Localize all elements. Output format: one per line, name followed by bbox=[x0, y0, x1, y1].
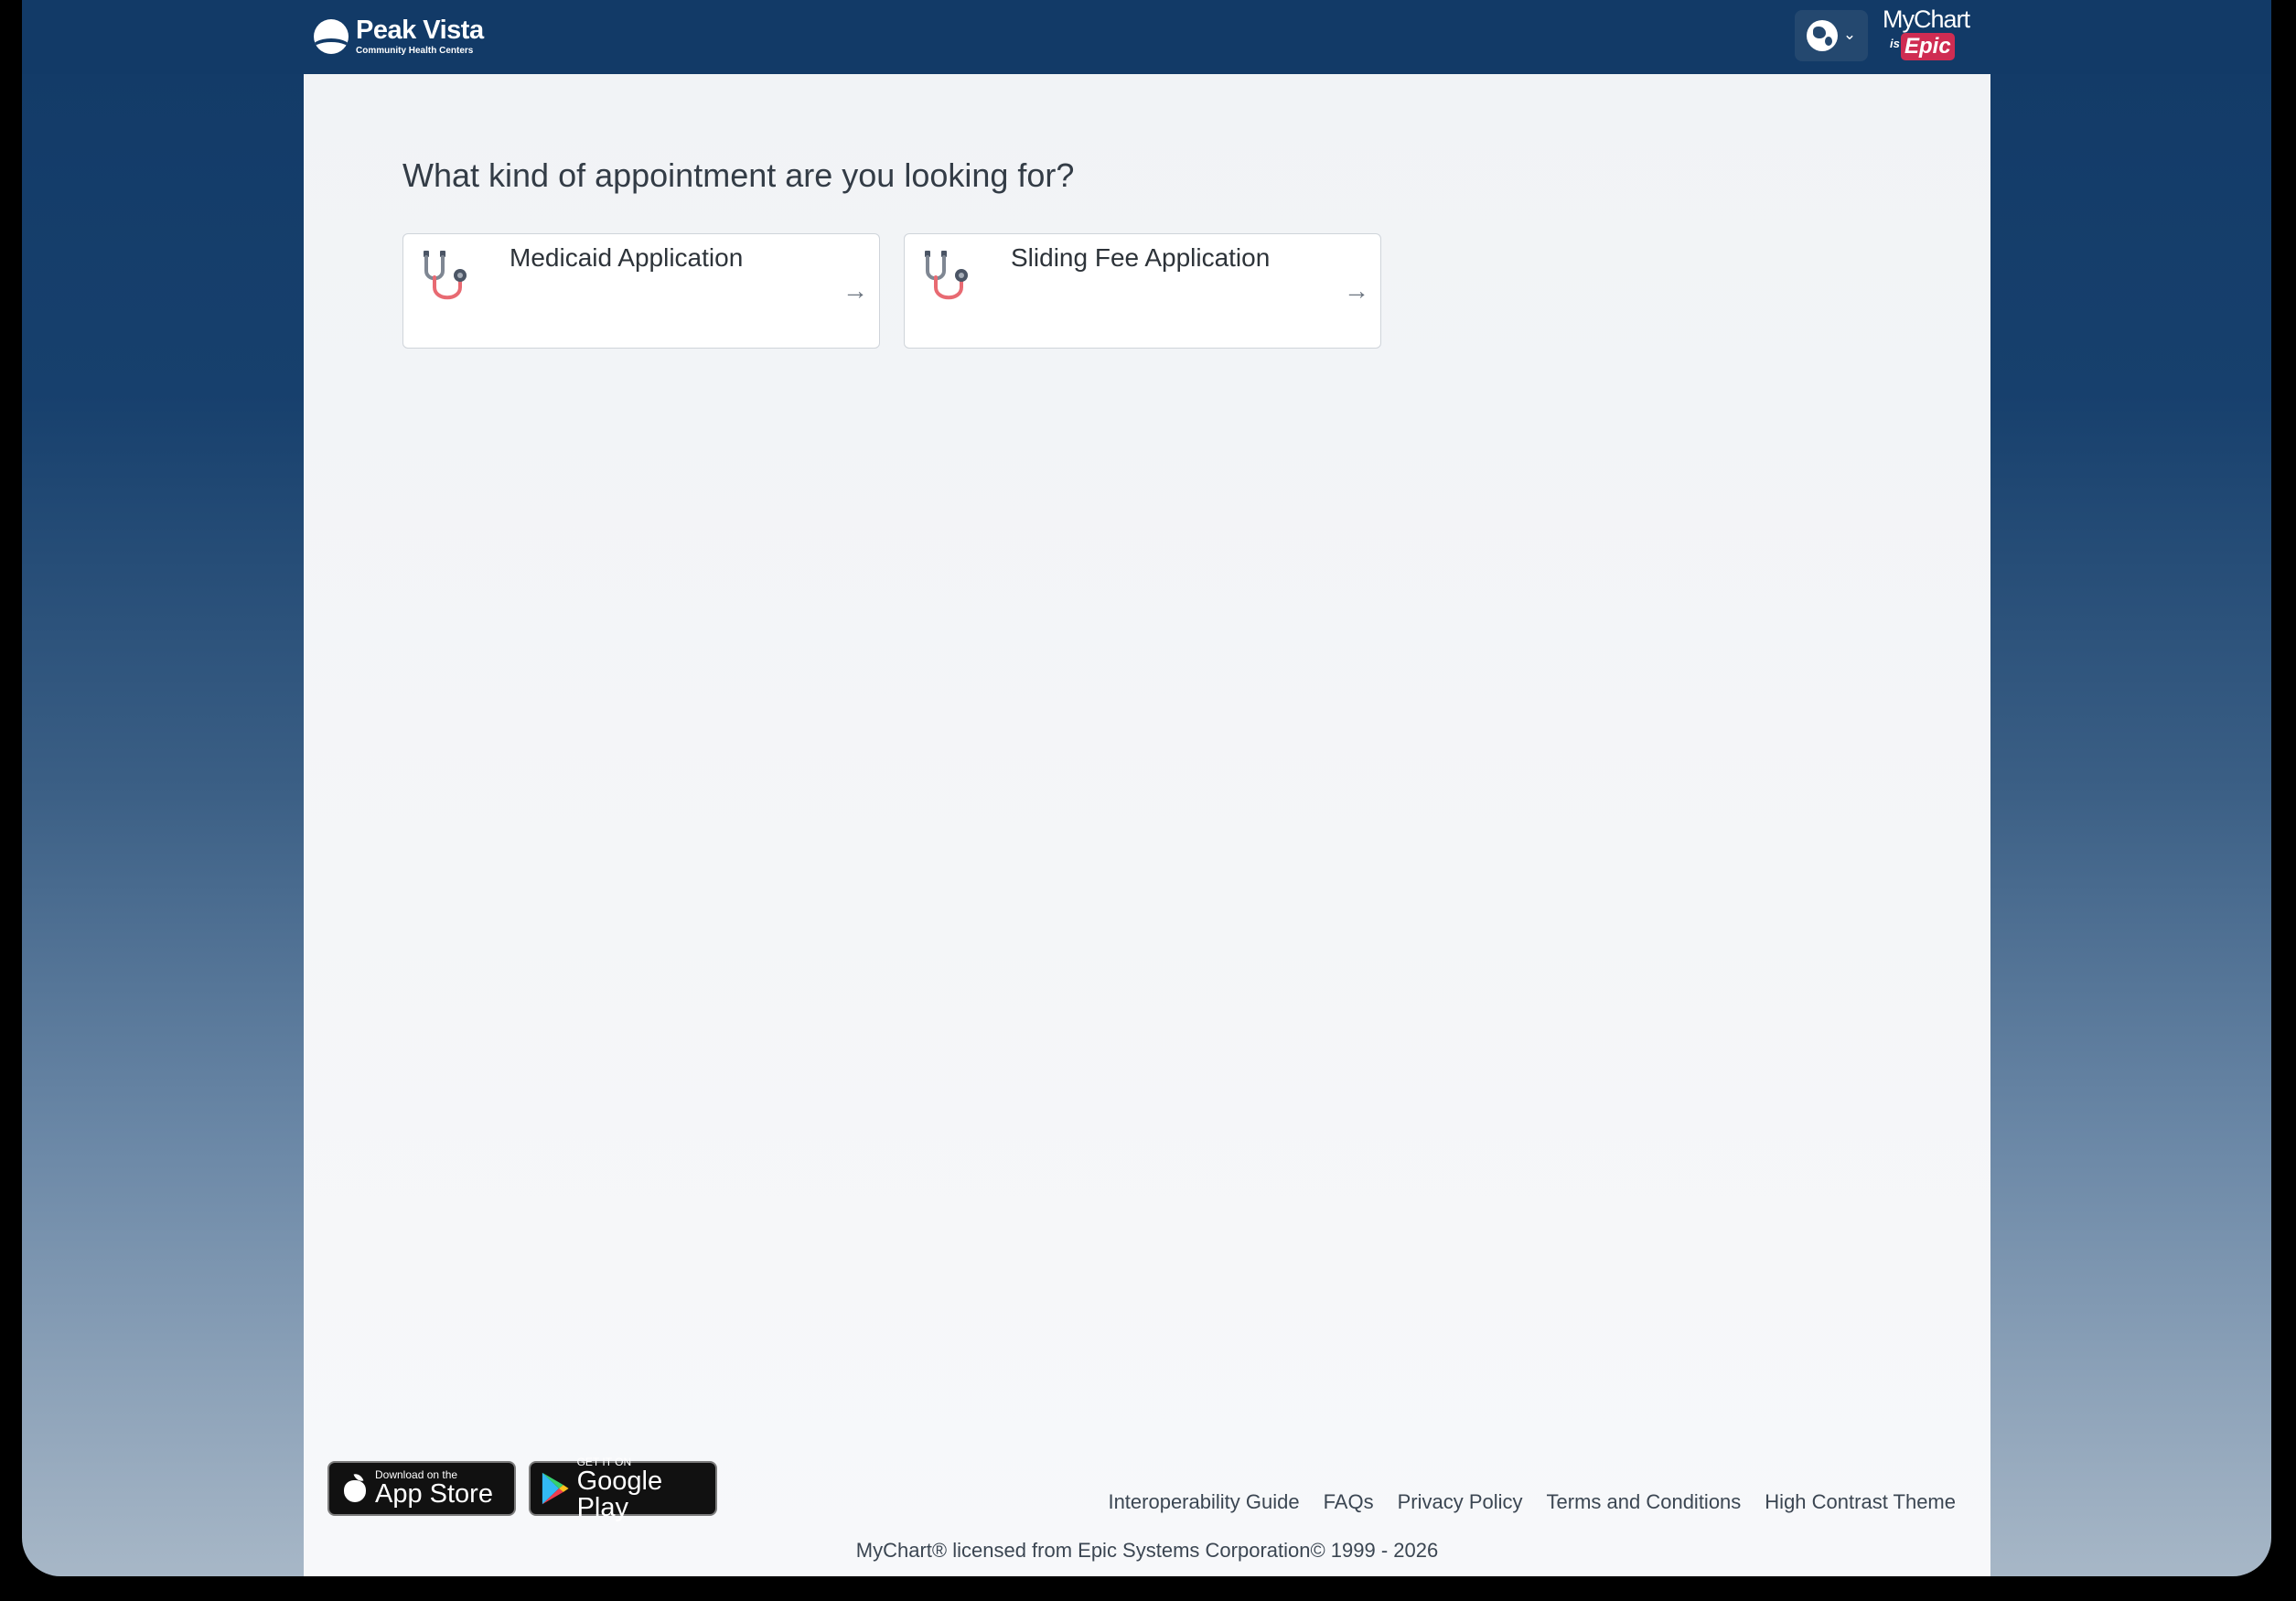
stethoscope-icon bbox=[925, 251, 968, 300]
language-selector-button[interactable]: ⌄ bbox=[1795, 10, 1868, 61]
chevron-down-icon: ⌄ bbox=[1842, 26, 1857, 43]
google-play-icon bbox=[542, 1472, 569, 1505]
header-bar: Peak Vista Community Health Centers ⌄ My… bbox=[22, 0, 2271, 74]
app-store-main-text: App Store bbox=[375, 1479, 493, 1509]
copyright-text: MyChart® licensed from Epic Systems Corp… bbox=[855, 1539, 1439, 1562]
footer-link-interoperability-guide[interactable]: Interoperability Guide bbox=[1108, 1490, 1299, 1514]
arrow-right-icon: → bbox=[1344, 276, 1369, 305]
peak-vista-logo-text: Peak Vista Community Health Centers bbox=[356, 17, 484, 56]
google-play-button[interactable]: GET IT ON Google Play bbox=[529, 1456, 717, 1520]
globe-icon bbox=[1806, 20, 1838, 51]
mychart-window: Peak Vista Community Health Centers ⌄ My… bbox=[22, 0, 2271, 1576]
footer-links: Interoperability Guide FAQs Privacy Poli… bbox=[1108, 1490, 1956, 1514]
stethoscope-icon bbox=[424, 251, 467, 300]
footer-link-privacy-policy[interactable]: Privacy Policy bbox=[1398, 1490, 1523, 1514]
brand-is-text: is bbox=[1890, 37, 1900, 50]
google-play-text: GET IT ON Google Play bbox=[577, 1456, 715, 1521]
org-name: Peak Vista bbox=[356, 16, 484, 45]
peak-vista-logo[interactable]: Peak Vista Community Health Centers bbox=[314, 15, 484, 59]
google-play-main-text: Google Play bbox=[576, 1466, 663, 1522]
page-title: What kind of appointment are you looking… bbox=[402, 156, 1075, 194]
appointment-card-label: Medicaid Application bbox=[510, 243, 744, 272]
app-store-button[interactable]: Download on the App Store bbox=[327, 1461, 516, 1516]
footer-link-terms-and-conditions[interactable]: Terms and Conditions bbox=[1547, 1490, 1742, 1514]
footer-link-faqs[interactable]: FAQs bbox=[1324, 1490, 1374, 1514]
app-store-links: Download on the App Store GET IT ON Goog… bbox=[327, 1456, 717, 1520]
peak-vista-mountain-icon bbox=[314, 19, 349, 54]
google-play-top-text: GET IT ON bbox=[576, 1455, 632, 1468]
footer-link-high-contrast-theme[interactable]: High Contrast Theme bbox=[1765, 1490, 1956, 1514]
main-content-panel: What kind of appointment are you looking… bbox=[304, 74, 1990, 1576]
arrow-right-icon: → bbox=[842, 276, 868, 305]
appointment-card-medicaid[interactable]: Medicaid Application → bbox=[402, 233, 880, 349]
apple-icon bbox=[342, 1473, 368, 1504]
epic-brand-text: Epic bbox=[1901, 33, 1955, 60]
appointment-card-label: Sliding Fee Application bbox=[1011, 243, 1271, 272]
mychart-epic-logo: MyChart is Epic bbox=[1883, 5, 1983, 64]
mychart-brand-text: MyChart bbox=[1883, 5, 1970, 33]
app-store-text: Download on the App Store bbox=[375, 1469, 493, 1508]
appointment-card-sliding-fee[interactable]: Sliding Fee Application → bbox=[904, 233, 1381, 349]
org-subtitle: Community Health Centers bbox=[356, 46, 474, 56]
